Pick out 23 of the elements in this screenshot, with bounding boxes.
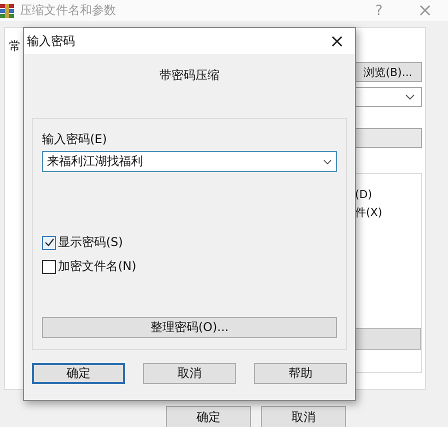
dialog-button[interactable]: 帮助 [254, 363, 347, 384]
chevron-icon [405, 94, 415, 100]
password-field[interactable]: 来福利江湖找福利 [42, 151, 337, 172]
checkbox[interactable] [42, 236, 56, 250]
checkbox-label: 加密文件名(N) [58, 258, 136, 275]
organize-passwords-button[interactable]: 整理密码(O)... [42, 317, 337, 338]
option-label: 件(X) [355, 205, 384, 220]
browse-button[interactable]: 浏览(B)... [354, 62, 422, 82]
option-label: (D) [355, 188, 374, 201]
archive-icon [0, 4, 14, 18]
dialog-button[interactable]: 取消 [261, 406, 346, 427]
chevron-icon [323, 158, 332, 164]
dialog-title: 输入密码 [27, 32, 75, 50]
password-label: 输入密码(E) [42, 131, 108, 148]
dialog-heading: 带密码压缩 [158, 67, 220, 84]
checkbox-label: 显示密码(S) [58, 234, 123, 251]
close-button[interactable]: × [319, 30, 355, 52]
dropdown[interactable] [354, 87, 422, 107]
dialog-button[interactable]: 确定 [166, 406, 251, 427]
window-title: 压缩文件名和参数 [20, 2, 116, 19]
checkbox[interactable] [42, 260, 56, 274]
dialog-button[interactable]: 确定 [32, 363, 125, 384]
dialog-button[interactable]: 取消 [143, 363, 236, 384]
